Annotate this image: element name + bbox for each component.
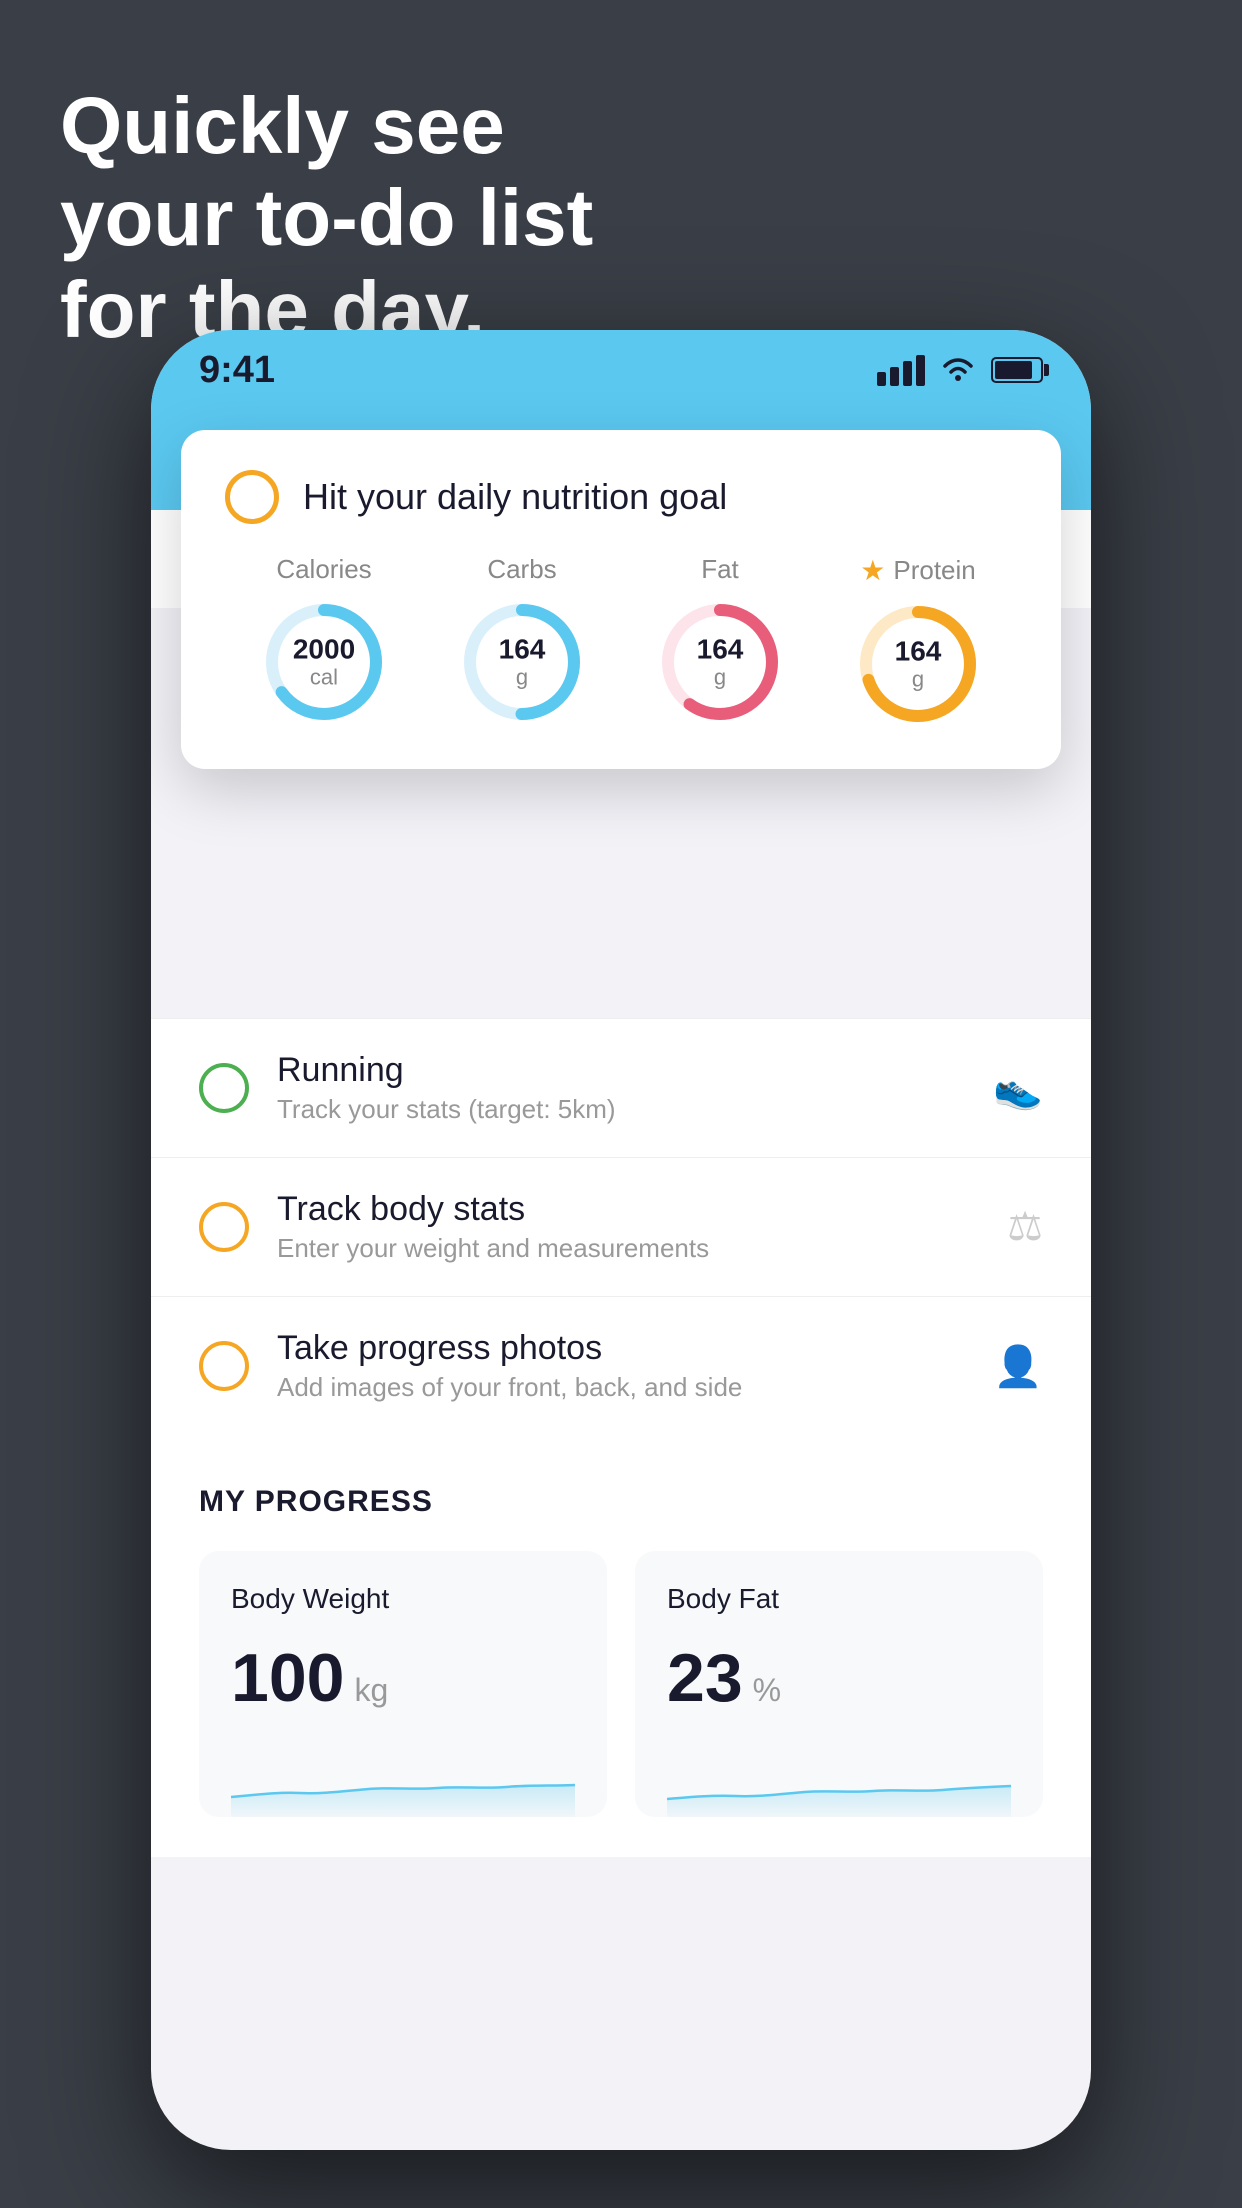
body-weight-unit: kg	[354, 1672, 388, 1709]
body-weight-card[interactable]: Body Weight 100 kg	[199, 1551, 607, 1817]
todo-list: Running Track your stats (target: 5km) 👟…	[151, 1018, 1091, 1435]
body-fat-chart	[667, 1747, 1011, 1817]
calories-donut: 2000 cal	[259, 597, 389, 727]
task-circle-nutrition[interactable]	[225, 470, 279, 524]
body-weight-value-row: 100 kg	[231, 1639, 575, 1717]
body-weight-chart	[231, 1747, 575, 1817]
todo-photos-text: Take progress photos Add images of your …	[277, 1329, 965, 1403]
my-progress-section: MY PROGRESS Body Weight 100 kg	[151, 1435, 1091, 1857]
scale-icon: ⚖	[1007, 1204, 1043, 1250]
fat-label: Fat	[701, 554, 739, 585]
nutrition-card-title: Hit your daily nutrition goal	[303, 476, 727, 518]
todo-item-running[interactable]: Running Track your stats (target: 5km) 👟	[151, 1018, 1091, 1157]
nutrition-circles-row: Calories 2000 cal Carbs	[225, 554, 1017, 729]
nutrition-card: Hit your daily nutrition goal Calories 2…	[181, 430, 1061, 769]
nutrition-item-fat: Fat 164 g	[655, 554, 785, 727]
fat-donut: 164 g	[655, 597, 785, 727]
status-time: 9:41	[199, 349, 275, 392]
todo-running-text: Running Track your stats (target: 5km)	[277, 1051, 965, 1125]
carbs-unit: g	[499, 665, 546, 689]
todo-body-stats-title: Track body stats	[277, 1190, 979, 1229]
status-icons	[877, 355, 1043, 386]
carbs-label: Carbs	[487, 554, 556, 585]
todo-photos-subtitle: Add images of your front, back, and side	[277, 1372, 965, 1403]
todo-body-stats-text: Track body stats Enter your weight and m…	[277, 1190, 979, 1264]
fat-unit: g	[697, 665, 744, 689]
progress-cards-row: Body Weight 100 kg	[199, 1551, 1043, 1817]
star-icon: ★	[860, 554, 885, 587]
protein-value: 164	[895, 637, 942, 668]
battery-icon	[991, 357, 1043, 383]
protein-label: Protein	[893, 555, 975, 586]
protein-label-row: ★ Protein	[860, 554, 976, 587]
body-weight-value: 100	[231, 1639, 344, 1717]
todo-circle-running	[199, 1063, 249, 1113]
protein-donut: 164 g	[853, 599, 983, 729]
body-fat-card-title: Body Fat	[667, 1583, 1011, 1615]
todo-running-subtitle: Track your stats (target: 5km)	[277, 1094, 965, 1125]
my-progress-header: MY PROGRESS	[199, 1485, 1043, 1519]
todo-circle-photos	[199, 1341, 249, 1391]
calories-label: Calories	[276, 554, 371, 585]
todo-circle-body-stats	[199, 1202, 249, 1252]
background-headline: Quickly see your to-do list for the day.	[60, 80, 593, 356]
phone-frame: 9:41 Dashboard	[151, 330, 1091, 2150]
signal-icon	[877, 355, 925, 386]
wifi-icon	[939, 356, 977, 384]
body-fat-value-row: 23 %	[667, 1639, 1011, 1717]
todo-item-body-stats[interactable]: Track body stats Enter your weight and m…	[151, 1157, 1091, 1296]
nutrition-item-carbs: Carbs 164 g	[457, 554, 587, 727]
calories-value: 2000	[293, 635, 355, 666]
nutrition-item-protein: ★ Protein 164 g	[853, 554, 983, 729]
todo-item-photos[interactable]: Take progress photos Add images of your …	[151, 1296, 1091, 1435]
todo-body-stats-subtitle: Enter your weight and measurements	[277, 1233, 979, 1264]
protein-unit: g	[895, 667, 942, 691]
todo-running-title: Running	[277, 1051, 965, 1090]
body-weight-card-title: Body Weight	[231, 1583, 575, 1615]
body-fat-unit: %	[753, 1672, 781, 1709]
photo-person-icon: 👤	[993, 1343, 1043, 1390]
nutrition-item-calories: Calories 2000 cal	[259, 554, 389, 727]
carbs-donut: 164 g	[457, 597, 587, 727]
todo-photos-title: Take progress photos	[277, 1329, 965, 1368]
status-bar: 9:41	[151, 330, 1091, 410]
carbs-value: 164	[499, 635, 546, 666]
running-icon: 👟	[993, 1065, 1043, 1112]
fat-value: 164	[697, 635, 744, 666]
body-fat-value: 23	[667, 1639, 743, 1717]
body-fat-card[interactable]: Body Fat 23 %	[635, 1551, 1043, 1817]
calories-unit: cal	[293, 665, 355, 689]
